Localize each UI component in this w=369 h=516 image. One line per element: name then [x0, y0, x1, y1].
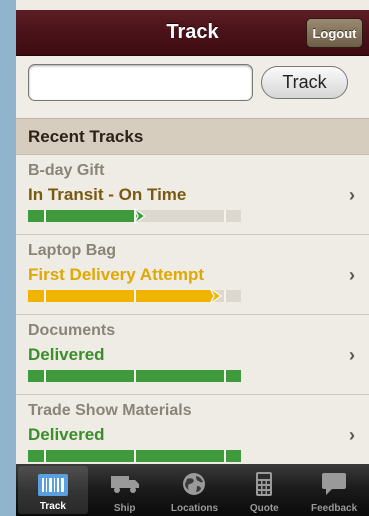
tab-ship[interactable]: Ship — [90, 464, 160, 516]
progress-divider — [134, 290, 136, 302]
shipment-status: In Transit - On Time — [28, 185, 187, 204]
globe-icon — [181, 472, 207, 501]
track-row[interactable]: B-day Gift In Transit - On Time › — [16, 155, 369, 235]
progress-divider — [224, 210, 226, 222]
track-row[interactable]: Documents Delivered › — [16, 315, 369, 395]
progress-fill — [28, 290, 215, 302]
shipment-name: Trade Show Materials — [28, 402, 192, 419]
progress-divider — [224, 450, 226, 462]
shipment-status: First Delivery Attempt — [28, 265, 205, 284]
shipment-name: Documents — [28, 322, 116, 339]
recent-tracks-list: B-day Gift In Transit - On Time › Laptop… — [16, 155, 369, 475]
calculator-icon — [255, 472, 273, 501]
chevron-right-icon: › — [349, 265, 355, 285]
chevron-right-icon: › — [349, 345, 355, 365]
track-button[interactable]: Track — [261, 66, 348, 99]
progress-divider — [44, 290, 46, 302]
progress-arrow-icon — [209, 288, 223, 304]
tab-label: Quote — [249, 503, 279, 514]
tab-label: Ship — [113, 503, 136, 514]
shipment-progress-bar — [28, 208, 241, 224]
progress-divider — [44, 210, 46, 222]
tracking-number-input[interactable] — [28, 64, 253, 101]
track-row[interactable]: Laptop Bag First Delivery Attempt › — [16, 235, 369, 315]
tab-label: Track — [39, 501, 66, 512]
chevron-right-icon: › — [349, 185, 355, 205]
tab-label: Feedback — [311, 503, 358, 514]
shipment-name: B-day Gift — [28, 162, 105, 179]
progress-divider — [224, 290, 226, 302]
tab-locations[interactable]: Locations — [160, 464, 230, 516]
speech-bubble-icon — [321, 472, 347, 501]
barcode-icon — [37, 474, 68, 501]
track-row[interactable]: Trade Show Materials Delivered › — [16, 395, 369, 475]
tab-quote[interactable]: Quote — [229, 464, 299, 516]
progress-divider — [224, 370, 226, 382]
progress-divider — [134, 370, 136, 382]
progress-divider — [44, 450, 46, 462]
chevron-right-icon: › — [349, 425, 355, 445]
app-screen: Track Logout Track Recent Tracks B-day G… — [16, 0, 369, 516]
logout-button[interactable]: Logout — [306, 18, 363, 48]
shipment-progress-bar — [28, 450, 241, 462]
shipment-progress-bar — [28, 370, 241, 382]
navigation-bar: Track Logout — [16, 10, 369, 56]
tab-track[interactable]: Track — [18, 466, 88, 514]
shipment-name: Laptop Bag — [28, 242, 116, 259]
truck-icon — [110, 472, 140, 499]
progress-divider — [134, 450, 136, 462]
recent-tracks-header: Recent Tracks — [16, 118, 369, 155]
tab-feedback[interactable]: Feedback — [299, 464, 369, 516]
progress-divider — [134, 210, 136, 222]
shipment-status: Delivered — [28, 345, 105, 364]
tab-label: Locations — [170, 503, 219, 514]
tab-bar: Track Ship Locations Quote Feedback — [16, 464, 369, 516]
progress-divider — [44, 370, 46, 382]
shipment-status: Delivered — [28, 425, 105, 444]
shipment-progress-bar — [28, 288, 241, 304]
tracking-search-area: Track — [16, 56, 369, 118]
